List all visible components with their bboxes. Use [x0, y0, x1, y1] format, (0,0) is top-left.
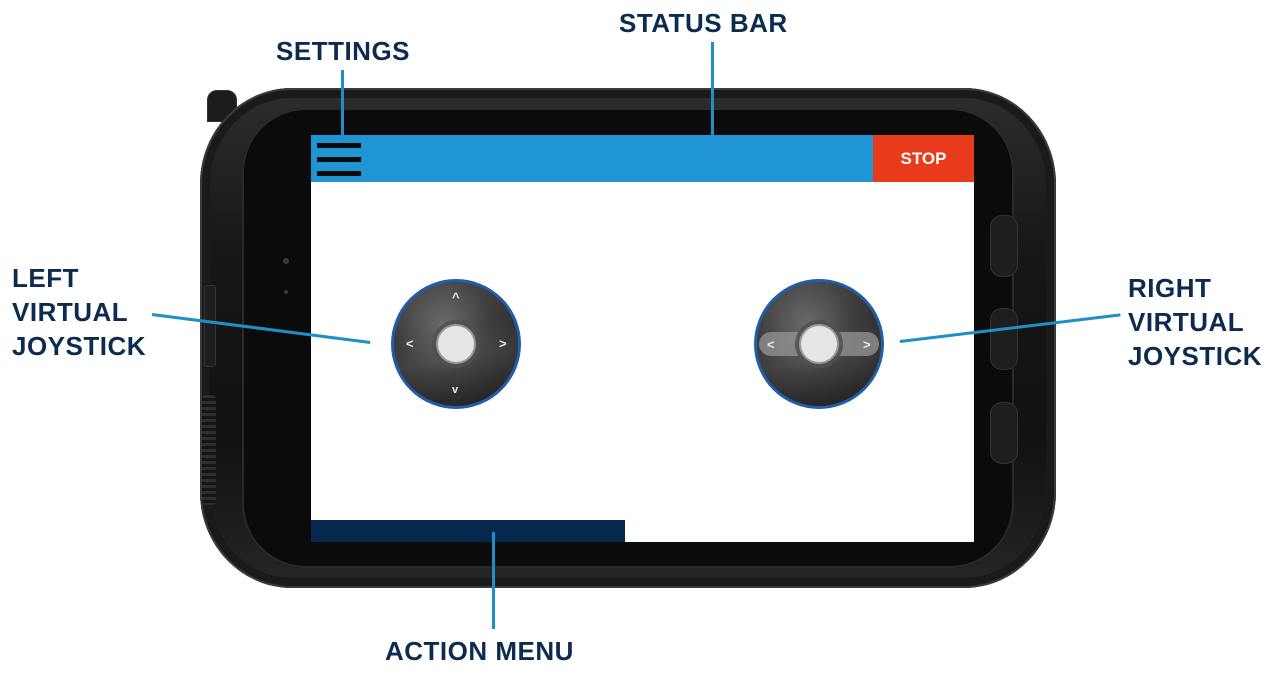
- left-joystick-callout-line-3: JOYSTICK: [12, 331, 147, 361]
- stop-button[interactable]: STOP: [873, 135, 974, 182]
- menu-line: [317, 143, 361, 148]
- right-joystick-knob[interactable]: [801, 326, 837, 362]
- status-bar-callout: STATUS BAR: [619, 8, 788, 38]
- menu-line: [317, 171, 361, 176]
- status-bar-leader-line: [711, 42, 714, 137]
- tablet-hw-button-3: [990, 402, 1018, 464]
- menu-line: [317, 157, 361, 162]
- chevron-right-icon: >: [499, 336, 507, 351]
- settings-menu-icon[interactable]: [317, 140, 363, 180]
- tablet-hw-button-1: [990, 215, 1018, 277]
- chevron-down-icon: v: [452, 384, 459, 396]
- settings-leader-line: [341, 70, 344, 140]
- tablet-hw-button-2: [990, 308, 1018, 370]
- action-menu-callout: ACTION MENU: [385, 636, 574, 666]
- right-joystick-callout-line-2: VIRTUAL: [1128, 307, 1245, 337]
- left-joystick-callout: LEFT VIRTUAL JOYSTICK: [12, 261, 146, 363]
- chevron-left-icon: <: [406, 336, 414, 351]
- front-camera-icon: [283, 258, 289, 264]
- action-menu-bar[interactable]: [311, 520, 625, 542]
- left-joystick-callout-line-2: VIRTUAL: [12, 297, 129, 327]
- chevron-left-icon: <: [767, 337, 775, 352]
- settings-callout: SETTINGS: [276, 36, 411, 66]
- tablet-side-grip: [202, 395, 216, 505]
- chevron-right-icon: >: [863, 337, 871, 352]
- light-sensor-icon: [284, 290, 288, 294]
- left-virtual-joystick[interactable]: ^ v < >: [391, 279, 521, 409]
- tablet-side-button-left: [204, 285, 216, 367]
- chevron-up-icon: ^: [452, 290, 460, 305]
- right-joystick-callout-line-1: RIGHT: [1128, 273, 1212, 303]
- tablet-screen: STOP ^ v < > < >: [311, 135, 974, 542]
- action-menu-leader-line: [492, 532, 495, 629]
- right-virtual-joystick[interactable]: < >: [754, 279, 884, 409]
- status-bar: [311, 135, 873, 182]
- left-joystick-knob[interactable]: [438, 326, 474, 362]
- right-joystick-callout-line-3: JOYSTICK: [1128, 341, 1263, 371]
- right-joystick-callout: RIGHT VIRTUAL JOYSTICK: [1128, 271, 1262, 373]
- left-joystick-callout-line-1: LEFT: [12, 263, 79, 293]
